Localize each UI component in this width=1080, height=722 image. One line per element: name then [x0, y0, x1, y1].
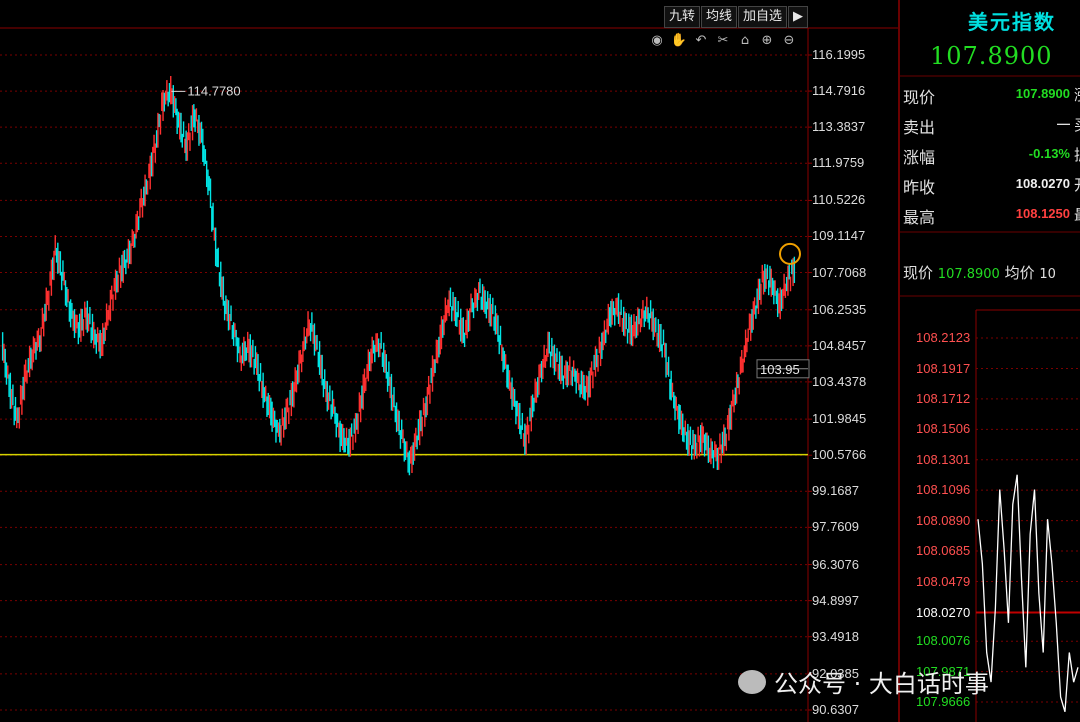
quote-value: -0.13%: [1028, 146, 1070, 161]
y-tick-label: 113.3837: [812, 119, 866, 135]
minute-price-label: 现价: [903, 264, 934, 282]
zoom-in-icon[interactable]: ⊕: [758, 32, 776, 50]
moving-average-button[interactable]: 均线: [701, 6, 738, 28]
hand-icon[interactable]: ✋: [670, 32, 688, 50]
y-tick-label: 104.8457: [812, 337, 867, 353]
quote-trail-label: 最: [1074, 204, 1080, 225]
minute-tick-label: 108.0076: [916, 633, 971, 649]
minute-tick-label: 108.1096: [916, 482, 971, 498]
price-tag-label: 103.95: [760, 362, 800, 377]
menu-strip: [0, 0, 660, 8]
minute-tick-label: 108.0685: [916, 543, 971, 559]
instrument-title: 美元指数: [968, 10, 1056, 34]
quote-trail-label: 涨: [1074, 84, 1080, 105]
y-tick-label: 109.1147: [812, 228, 866, 244]
chart-tools: ◉ ✋ ↶ ✂ ⌂ ⊕ ⊖: [648, 32, 798, 50]
eye-icon[interactable]: ◉: [648, 32, 666, 50]
y-tick-label: 99.1687: [812, 483, 859, 499]
quote-label: 卖出: [903, 118, 936, 137]
minute-tick-label: 108.0270: [916, 604, 971, 620]
minute-tick-label: 108.1506: [916, 421, 971, 437]
quote-label: 最高: [903, 208, 936, 227]
scissors-icon[interactable]: ✂: [714, 32, 732, 50]
minute-tick-label: 108.1917: [916, 360, 971, 376]
y-tick-label: 103.4378: [812, 373, 867, 389]
minute-tick-label: 108.0479: [916, 573, 971, 589]
nine-turn-button[interactable]: 九转: [664, 6, 701, 28]
highlight-circle: [779, 242, 801, 265]
y-tick-label: 96.3076: [812, 556, 859, 572]
minute-tick-label: 108.1712: [916, 390, 971, 406]
avg-price-label: 均价: [1004, 264, 1035, 282]
minute-tick-label: 108.2123: [916, 330, 971, 345]
watermark: 公众号 · 大白话时事: [738, 664, 989, 699]
quote-value: —: [1057, 116, 1070, 131]
avg-price-value: 10: [1039, 267, 1056, 282]
quote-value: 108.0270: [1015, 176, 1070, 191]
y-tick-label: 111.9759: [812, 155, 865, 171]
y-tick-label: 100.5766: [812, 447, 867, 463]
quote-trail-label: 买: [1074, 114, 1080, 135]
y-tick-label: 107.7068: [812, 264, 867, 280]
quote-value: 107.8900: [1015, 86, 1070, 101]
quote-label: 现价: [903, 88, 936, 107]
collapse-panel-icon[interactable]: ▶: [788, 6, 809, 28]
y-tick-label: 114.7916: [812, 83, 866, 99]
y-tick-label: 93.4918: [812, 628, 859, 644]
minute-summary: 现价 107.8900 均价 10: [903, 262, 1056, 283]
y-tick-label: 106.2535: [812, 301, 867, 317]
chart-toolbar: 九转 均线 加自选 ▶: [664, 6, 809, 28]
minute-tick-label: 108.0890: [916, 512, 971, 528]
quote-label: 涨幅: [903, 148, 936, 167]
max-price-label: 114.7780: [187, 83, 240, 98]
watermark-text: 公众号 · 大白话时事: [774, 670, 989, 698]
current-price: 107.8900: [930, 42, 1053, 70]
lock-icon[interactable]: ⌂: [736, 32, 754, 50]
quote-value: 108.1250: [1015, 206, 1070, 221]
zoom-out-icon[interactable]: ⊖: [780, 32, 798, 50]
y-tick-label: 110.5226: [812, 192, 866, 208]
y-tick-label: 101.9845: [812, 411, 867, 427]
y-tick-label: 97.7609: [812, 519, 859, 535]
quote-trail-label: 开: [1074, 174, 1080, 195]
minute-tick-label: 108.1301: [916, 451, 971, 467]
y-tick-label: 94.8997: [812, 592, 859, 608]
wechat-icon: [738, 669, 766, 694]
y-tick-label: 116.1995: [812, 47, 866, 62]
quote-trail-label: 振: [1074, 144, 1080, 165]
add-watchlist-button[interactable]: 加自选: [738, 6, 788, 28]
quote-label: 昨收: [903, 178, 936, 197]
y-tick-label: 90.6307: [812, 702, 859, 717]
undo-icon[interactable]: ↶: [692, 32, 710, 50]
minute-price-value: 107.8900: [937, 267, 1000, 282]
